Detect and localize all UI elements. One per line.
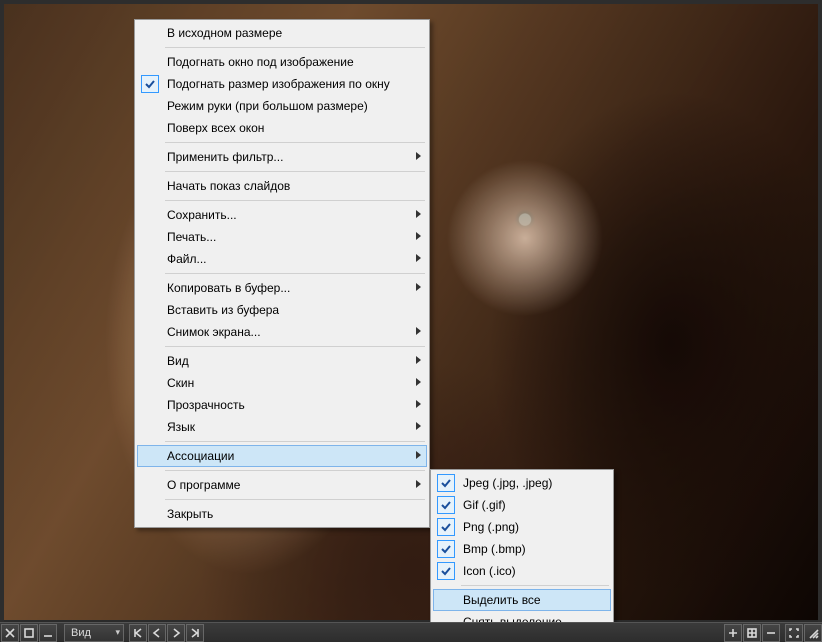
check-icon bbox=[437, 496, 455, 514]
menu-about[interactable]: О программе bbox=[137, 474, 427, 496]
menu-associations[interactable]: Ассоциации bbox=[137, 445, 427, 467]
menu-separator bbox=[165, 499, 425, 500]
menu-label: Вставить из буфера bbox=[167, 303, 279, 317]
submenu-label: Jpeg (.jpg, .jpeg) bbox=[463, 476, 552, 490]
chevron-down-icon: ▾ bbox=[115, 627, 120, 638]
zoom-fit-button[interactable] bbox=[743, 624, 761, 642]
submenu-arrow-icon bbox=[416, 356, 421, 364]
submenu-arrow-icon bbox=[416, 210, 421, 218]
menu-label: Копировать в буфер... bbox=[167, 281, 290, 295]
menu-separator bbox=[165, 200, 425, 201]
menu-separator bbox=[165, 171, 425, 172]
next-button[interactable] bbox=[167, 624, 185, 642]
menu-label: Скин bbox=[167, 376, 194, 390]
menu-hand-mode[interactable]: Режим руки (при большом размере) bbox=[137, 95, 427, 117]
submenu-png[interactable]: Png (.png) bbox=[433, 516, 611, 538]
prev-button[interactable] bbox=[148, 624, 166, 642]
check-icon bbox=[141, 75, 159, 93]
zoom-in-button[interactable] bbox=[724, 624, 742, 642]
menu-view[interactable]: Вид bbox=[137, 350, 427, 372]
first-button[interactable] bbox=[129, 624, 147, 642]
submenu-arrow-icon bbox=[416, 232, 421, 240]
menu-label: Вид bbox=[167, 354, 189, 368]
menu-separator bbox=[165, 47, 425, 48]
menu-separator bbox=[165, 142, 425, 143]
menu-label: Подогнать размер изображения по окну bbox=[167, 77, 390, 91]
menu-skin[interactable]: Скин bbox=[137, 372, 427, 394]
menu-separator bbox=[165, 346, 425, 347]
close-button[interactable] bbox=[1, 624, 19, 642]
submenu-arrow-icon bbox=[416, 152, 421, 160]
menu-language[interactable]: Язык bbox=[137, 416, 427, 438]
menu-screenshot[interactable]: Снимок экрана... bbox=[137, 321, 427, 343]
menu-fit-image-to-window[interactable]: Подогнать размер изображения по окну bbox=[137, 73, 427, 95]
submenu-bmp[interactable]: Bmp (.bmp) bbox=[433, 538, 611, 560]
menu-save[interactable]: Сохранить... bbox=[137, 204, 427, 226]
menu-label: Язык bbox=[167, 420, 195, 434]
maximize-button[interactable] bbox=[20, 624, 38, 642]
submenu-arrow-icon bbox=[416, 378, 421, 386]
menu-label: В исходном размере bbox=[167, 26, 282, 40]
menu-label: Сохранить... bbox=[167, 208, 237, 222]
submenu-select-all[interactable]: Выделить все bbox=[433, 589, 611, 611]
submenu-jpeg[interactable]: Jpeg (.jpg, .jpeg) bbox=[433, 472, 611, 494]
submenu-arrow-icon bbox=[416, 480, 421, 488]
last-button[interactable] bbox=[186, 624, 204, 642]
menu-label: Применить фильтр... bbox=[167, 150, 283, 164]
menu-file[interactable]: Файл... bbox=[137, 248, 427, 270]
check-icon bbox=[437, 518, 455, 536]
menu-label: Прозрачность bbox=[167, 398, 245, 412]
submenu-label: Png (.png) bbox=[463, 520, 519, 534]
menu-separator bbox=[165, 273, 425, 274]
resize-grip[interactable] bbox=[804, 624, 822, 642]
minimize-button[interactable] bbox=[39, 624, 57, 642]
menu-label: Поверх всех окон bbox=[167, 121, 264, 135]
menu-start-slideshow[interactable]: Начать показ слайдов bbox=[137, 175, 427, 197]
bottom-toolbar: Вид ▾ bbox=[0, 622, 822, 642]
menu-copy-to-buffer[interactable]: Копировать в буфер... bbox=[137, 277, 427, 299]
menu-label: Начать показ слайдов bbox=[167, 179, 290, 193]
submenu-arrow-icon bbox=[416, 283, 421, 291]
menu-transparency[interactable]: Прозрачность bbox=[137, 394, 427, 416]
menu-label: О программе bbox=[167, 478, 240, 492]
check-icon bbox=[437, 562, 455, 580]
fullscreen-button[interactable] bbox=[785, 624, 803, 642]
menu-separator bbox=[165, 441, 425, 442]
context-menu: В исходном размере Подогнать окно под из… bbox=[134, 19, 430, 528]
submenu-arrow-icon bbox=[416, 400, 421, 408]
submenu-gif[interactable]: Gif (.gif) bbox=[433, 494, 611, 516]
associations-submenu: Jpeg (.jpg, .jpeg) Gif (.gif) Png (.png)… bbox=[430, 469, 614, 636]
submenu-arrow-icon bbox=[416, 451, 421, 459]
menu-print[interactable]: Печать... bbox=[137, 226, 427, 248]
zoom-out-button[interactable] bbox=[762, 624, 780, 642]
check-icon bbox=[437, 540, 455, 558]
submenu-label: Выделить все bbox=[463, 593, 541, 607]
menu-close[interactable]: Закрыть bbox=[137, 503, 427, 525]
menu-label: Файл... bbox=[167, 252, 207, 266]
menu-apply-filter[interactable]: Применить фильтр... bbox=[137, 146, 427, 168]
submenu-label: Gif (.gif) bbox=[463, 498, 506, 512]
submenu-icon[interactable]: Icon (.ico) bbox=[433, 560, 611, 582]
view-dropdown[interactable]: Вид ▾ bbox=[64, 624, 124, 642]
submenu-arrow-icon bbox=[416, 254, 421, 262]
view-dropdown-label: Вид bbox=[71, 627, 91, 639]
submenu-arrow-icon bbox=[416, 422, 421, 430]
menu-label: Ассоциации bbox=[167, 449, 234, 463]
menu-label: Снимок экрана... bbox=[167, 325, 261, 339]
menu-original-size[interactable]: В исходном размере bbox=[137, 22, 427, 44]
menu-label: Закрыть bbox=[167, 507, 213, 521]
submenu-label: Bmp (.bmp) bbox=[463, 542, 526, 556]
menu-label: Подогнать окно под изображение bbox=[167, 55, 354, 69]
menu-label: Режим руки (при большом размере) bbox=[167, 99, 368, 113]
submenu-arrow-icon bbox=[416, 327, 421, 335]
menu-fit-window-to-image[interactable]: Подогнать окно под изображение bbox=[137, 51, 427, 73]
menu-always-on-top[interactable]: Поверх всех окон bbox=[137, 117, 427, 139]
menu-separator bbox=[165, 470, 425, 471]
menu-label: Печать... bbox=[167, 230, 216, 244]
menu-separator bbox=[461, 585, 609, 586]
check-icon bbox=[437, 474, 455, 492]
menu-paste-from-buffer[interactable]: Вставить из буфера bbox=[137, 299, 427, 321]
submenu-label: Icon (.ico) bbox=[463, 564, 516, 578]
